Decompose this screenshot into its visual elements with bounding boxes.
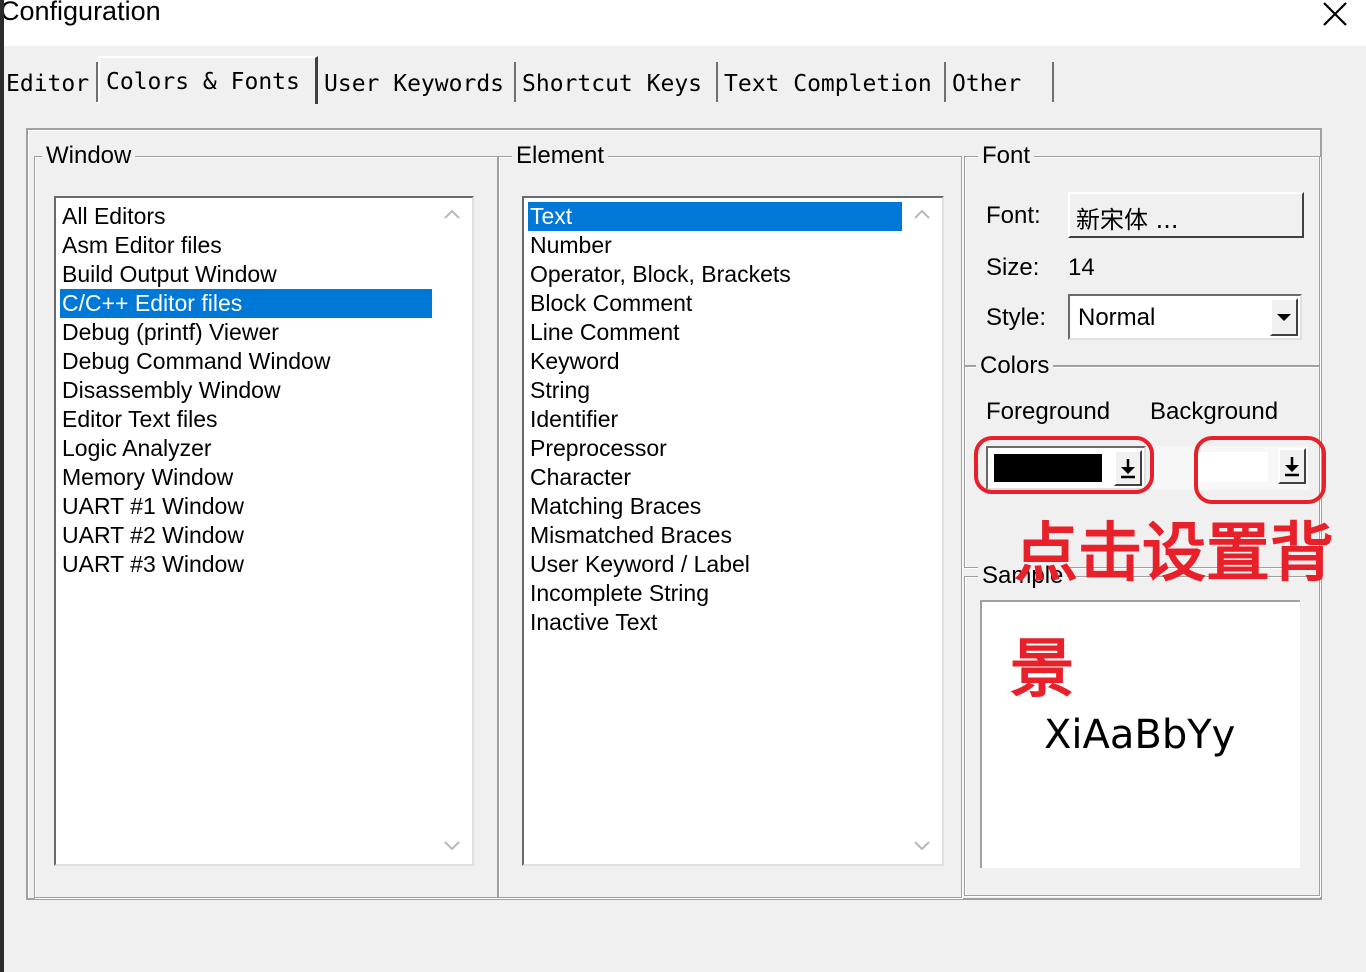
window-item-asm-editor-files[interactable]: Asm Editor files — [60, 231, 222, 260]
font-group-legend: Font — [978, 142, 1035, 170]
window-item-memory-window[interactable]: Memory Window — [60, 463, 233, 492]
element-listbox[interactable]: Text Number Operator, Block, Brackets Bl… — [522, 196, 944, 866]
style-value: Normal — [1078, 304, 1156, 331]
element-item-matching-braces[interactable]: Matching Braces — [528, 492, 701, 521]
font-select-button[interactable]: 新宋体 ... — [1068, 192, 1304, 238]
font-value: 新宋体 ... — [1076, 206, 1179, 234]
size-label: Size: — [986, 254, 1040, 281]
style-dropdown[interactable]: Normal — [1068, 294, 1302, 340]
tab-colors-fonts[interactable]: Colors & Fonts — [98, 56, 318, 104]
element-item-keyword[interactable]: Keyword — [528, 347, 619, 376]
window-item-uart3[interactable]: UART #3 Window — [60, 550, 244, 579]
element-item-identifier[interactable]: Identifier — [528, 405, 618, 434]
style-label: Style: — [986, 304, 1047, 331]
element-group-legend: Element — [512, 142, 609, 170]
window-listbox[interactable]: All Editors Asm Editor files Build Outpu… — [54, 196, 474, 866]
tab-editor[interactable]: Editor — [0, 62, 98, 102]
window-item-debug-command-window[interactable]: Debug Command Window — [60, 347, 330, 376]
element-item-user-keyword[interactable]: User Keyword / Label — [528, 550, 750, 579]
size-value: 14 — [1068, 254, 1095, 281]
tab-shortcut-keys[interactable]: Shortcut Keys — [516, 62, 718, 102]
title-bar — [0, 0, 1366, 46]
annotation-highlight-background — [1194, 436, 1326, 504]
element-item-text[interactable]: Text — [528, 202, 902, 231]
window-item-disassembly-window[interactable]: Disassembly Window — [60, 376, 281, 405]
annotation-text-line2: 景 — [1010, 633, 1074, 707]
chevron-down-icon[interactable] — [442, 836, 462, 859]
window-group-legend: Window — [42, 142, 136, 170]
down-arrow-icon[interactable] — [1270, 298, 1298, 336]
tab-other[interactable]: Other — [946, 62, 1054, 102]
annotation-text-line1: 点击设置背 — [1014, 517, 1334, 591]
window-title: Configuration — [0, 0, 161, 26]
element-item-inactive-text[interactable]: Inactive Text — [528, 608, 657, 637]
tab-user-keywords[interactable]: User Keywords — [318, 62, 516, 102]
element-item-mismatched-braces[interactable]: Mismatched Braces — [528, 521, 732, 550]
window-item-uart1[interactable]: UART #1 Window — [60, 492, 244, 521]
element-item-incomplete-string[interactable]: Incomplete String — [528, 579, 709, 608]
colors-group-legend: Colors — [976, 352, 1054, 380]
chevron-up-icon[interactable] — [912, 204, 932, 227]
element-item-string[interactable]: String — [528, 376, 590, 405]
element-item-block-comment[interactable]: Block Comment — [528, 289, 692, 318]
window-item-all-editors[interactable]: All Editors — [60, 202, 166, 231]
background-label: Background — [1150, 398, 1279, 425]
window-item-debug-printf-viewer[interactable]: Debug (printf) Viewer — [60, 318, 279, 347]
window-item-uart2[interactable]: UART #2 Window — [60, 521, 244, 550]
element-item-character[interactable]: Character — [528, 463, 631, 492]
chevron-down-icon[interactable] — [912, 836, 932, 859]
foreground-label: Foreground — [986, 398, 1111, 425]
window-item-build-output[interactable]: Build Output Window — [60, 260, 277, 289]
sample-text: XiAaBbYy — [1044, 712, 1236, 758]
tab-text-completion[interactable]: Text Completion — [718, 62, 946, 102]
annotation-highlight-foreground — [974, 436, 1154, 494]
window-edge — [0, 0, 4, 972]
close-icon[interactable] — [1318, 0, 1352, 30]
element-item-operator[interactable]: Operator, Block, Brackets — [528, 260, 791, 289]
element-item-preprocessor[interactable]: Preprocessor — [528, 434, 667, 463]
window-item-logic-analyzer[interactable]: Logic Analyzer — [60, 434, 212, 463]
element-item-number[interactable]: Number — [528, 231, 612, 260]
chevron-up-icon[interactable] — [442, 204, 462, 227]
window-item-cpp-editor-files[interactable]: C/C++ Editor files — [60, 289, 432, 318]
element-item-line-comment[interactable]: Line Comment — [528, 318, 680, 347]
font-label: Font: — [986, 202, 1041, 229]
window-item-editor-text-files[interactable]: Editor Text files — [60, 405, 218, 434]
